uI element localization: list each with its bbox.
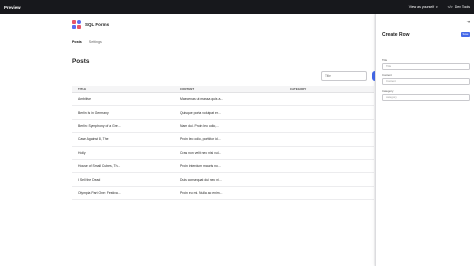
- app-canvas: SQL Forms Posts Settings Posts TITLE CON…: [0, 14, 376, 266]
- content-input[interactable]: [386, 79, 466, 84]
- cell-title: Olympia Part One: Festiva...: [78, 190, 121, 195]
- cell-content: Proin eu mi. Nulla ac enim...: [180, 190, 223, 195]
- view-as-dropdown[interactable]: View as yourself ▾: [409, 5, 438, 9]
- title-field-box[interactable]: [382, 63, 470, 70]
- cell-content: Maecenas ut massa quis a...: [180, 97, 224, 102]
- content-field-label: Content: [382, 73, 392, 77]
- table-row[interactable]: Holly Cras non velit nec nisi vul...: [72, 147, 374, 160]
- save-button[interactable]: Save: [461, 32, 470, 37]
- table-header: TITLE CONTENT CATEGORY: [72, 86, 374, 93]
- content-field-box[interactable]: [382, 78, 470, 85]
- table-row[interactable]: I Sell the Dead Duis consequat dui nec n…: [72, 173, 374, 187]
- table-row[interactable]: Berlin: Symphony of a Gre... Nam dui. Pr…: [72, 120, 374, 134]
- view-as-label: View as yourself: [408, 5, 435, 9]
- cell-content: Duis consequat dui nec ni...: [180, 177, 222, 182]
- table-row[interactable]: Olympia Part One: Festiva... Proin eu mi…: [72, 187, 374, 201]
- search-field[interactable]: [321, 71, 367, 81]
- cell-title: I Sell the Dead: [78, 177, 101, 182]
- category-field-box[interactable]: [382, 94, 470, 101]
- dev-tools-button[interactable]: </> Dev Tools: [448, 5, 470, 9]
- column-header-title[interactable]: TITLE: [72, 87, 180, 91]
- cell-title: Berlin: Symphony of a Gre...: [78, 123, 121, 128]
- cell-content: Nam dui. Proin leo odio,...: [180, 123, 220, 128]
- preview-topbar: Preview View as yourself ▾ </> Dev Tools: [0, 0, 474, 14]
- code-icon: </>: [447, 5, 453, 9]
- cell-title: House of Small Cubes, Th...: [78, 164, 121, 169]
- title-field: Title: [382, 58, 470, 70]
- title-input[interactable]: [386, 64, 466, 69]
- app-header: SQL Forms: [72, 20, 109, 29]
- cell-title: Holly: [78, 150, 86, 155]
- page-title: Posts: [72, 58, 90, 65]
- table-row[interactable]: Case Against 8, The Proin leo odio, port…: [72, 133, 374, 147]
- panel-title: Create Row: [382, 32, 410, 38]
- table-row[interactable]: Ambitive Maecenas ut massa quis a...: [72, 93, 374, 107]
- cell-title: Berlin Is in Germany: [78, 110, 109, 115]
- cell-title: Case Against 8, The: [78, 137, 109, 142]
- cell-content: Cras non velit nec nisi vul...: [180, 150, 222, 155]
- table-row[interactable]: House of Small Cubes, Th... Proin interd…: [72, 160, 374, 174]
- nav-item-settings[interactable]: Settings: [89, 40, 102, 44]
- search-input[interactable]: [325, 74, 363, 78]
- cell-content: Quisque porta volutpat er...: [180, 110, 221, 115]
- app-nav: Posts Settings: [72, 40, 102, 44]
- dev-tools-label: Dev Tools: [454, 5, 470, 9]
- posts-table: TITLE CONTENT CATEGORY Ambitive Maecenas…: [72, 86, 374, 201]
- title-field-label: Title: [382, 58, 388, 62]
- app-name: SQL Forms: [85, 22, 110, 27]
- topbar-actions: View as yourself ▾ </> Dev Tools: [409, 5, 470, 9]
- category-input[interactable]: [386, 95, 466, 100]
- content-field: Content: [382, 73, 470, 85]
- nav-item-posts[interactable]: Posts: [72, 40, 82, 44]
- category-field-label: Category: [382, 89, 394, 93]
- cell-title: Ambitive: [78, 97, 92, 102]
- table-row[interactable]: Berlin Is in Germany Quisque porta volut…: [72, 106, 374, 120]
- preview-title: Preview: [4, 4, 21, 10]
- cell-content: Proin interdum mauris no...: [180, 164, 221, 169]
- column-header-category[interactable]: CATEGORY: [290, 87, 374, 91]
- app-logo-icon: [72, 20, 81, 29]
- create-row-panel: ⇥ Create Row Save Title Content Category: [375, 14, 474, 266]
- collapse-right-icon[interactable]: ⇥: [467, 19, 470, 24]
- category-field: Category: [382, 89, 470, 101]
- chevron-down-icon: ▾: [436, 5, 438, 9]
- cell-content: Proin leo odio, porttitor id...: [180, 137, 221, 142]
- column-header-content[interactable]: CONTENT: [180, 87, 290, 91]
